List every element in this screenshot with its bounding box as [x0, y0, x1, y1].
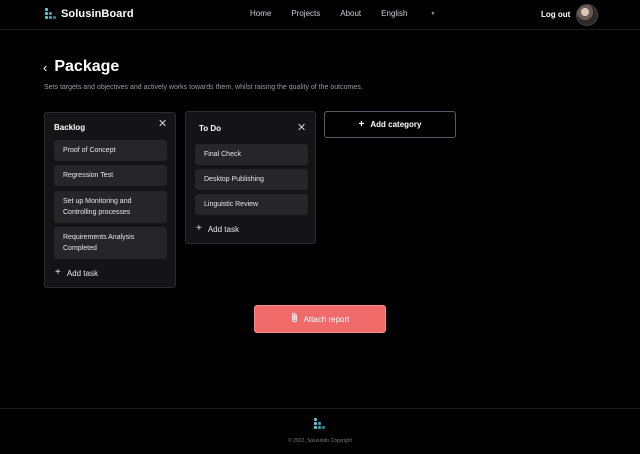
task-card[interactable]: Requirements Analysis Completed — [54, 227, 167, 259]
task-card[interactable]: Linguistic Review — [195, 194, 308, 215]
plus-icon: + — [196, 223, 202, 234]
plus-icon: + — [55, 267, 61, 278]
footer-divider — [0, 408, 640, 409]
column-backlog: Backlog ✕ Proof of Concept Regression Te… — [44, 112, 176, 288]
top-navbar: SolusinBoard Home Projects About English… — [0, 0, 640, 30]
add-task-label: Add task — [66, 268, 98, 278]
avatar[interactable] — [576, 4, 598, 26]
language-label: English — [381, 9, 408, 18]
brand-name: SolusinBoard — [61, 8, 134, 20]
chevron-left-icon[interactable]: ‹ — [43, 61, 47, 74]
brand[interactable]: SolusinBoard — [45, 8, 134, 20]
paperclip-icon — [291, 312, 298, 326]
task-card[interactable]: Regression Test — [54, 165, 167, 186]
add-task-button[interactable]: + Add task — [55, 268, 98, 278]
task-card[interactable]: Set up Monitoring and Controlling proces… — [54, 191, 167, 223]
brand-logo-icon — [45, 8, 57, 20]
page-header: ‹ Package — [43, 58, 119, 76]
task-card[interactable]: Final Check — [195, 144, 308, 165]
task-card[interactable]: Desktop Publishing — [195, 169, 308, 190]
language-select[interactable]: English ▼ — [381, 9, 455, 18]
nav-projects[interactable]: Projects — [291, 9, 320, 18]
chevron-down-icon: ▼ — [430, 10, 436, 17]
page-title: Package — [54, 58, 120, 75]
task-card[interactable]: Proof of Concept — [54, 140, 167, 161]
logout-link[interactable]: Log out — [541, 10, 570, 19]
add-category-label: Add category — [370, 120, 422, 129]
nav-home[interactable]: Home — [250, 9, 271, 18]
nav-about[interactable]: About — [340, 9, 361, 18]
column-title: Backlog — [54, 123, 86, 132]
close-icon[interactable]: ✕ — [297, 123, 306, 134]
add-task-label: Add task — [207, 224, 239, 234]
copyright: © 2022, Solusindo Copyright — [288, 438, 352, 444]
footer-logo-icon — [314, 418, 326, 432]
main-nav: Home Projects About English ▼ — [250, 9, 475, 18]
close-icon[interactable]: ✕ — [158, 119, 167, 130]
attach-report-button[interactable]: Attach report — [254, 305, 386, 333]
column-title: To Do — [199, 124, 222, 133]
plus-icon: + — [358, 118, 365, 130]
attach-report-label: Attach report — [303, 314, 350, 324]
add-category-button[interactable]: + Add category — [324, 111, 456, 138]
page-subtitle: Sets targets and objectives and actively… — [44, 84, 363, 91]
column-to-do: To Do ✕ Final Check Desktop Publishing L… — [185, 111, 316, 244]
add-task-button[interactable]: + Add task — [196, 224, 239, 234]
